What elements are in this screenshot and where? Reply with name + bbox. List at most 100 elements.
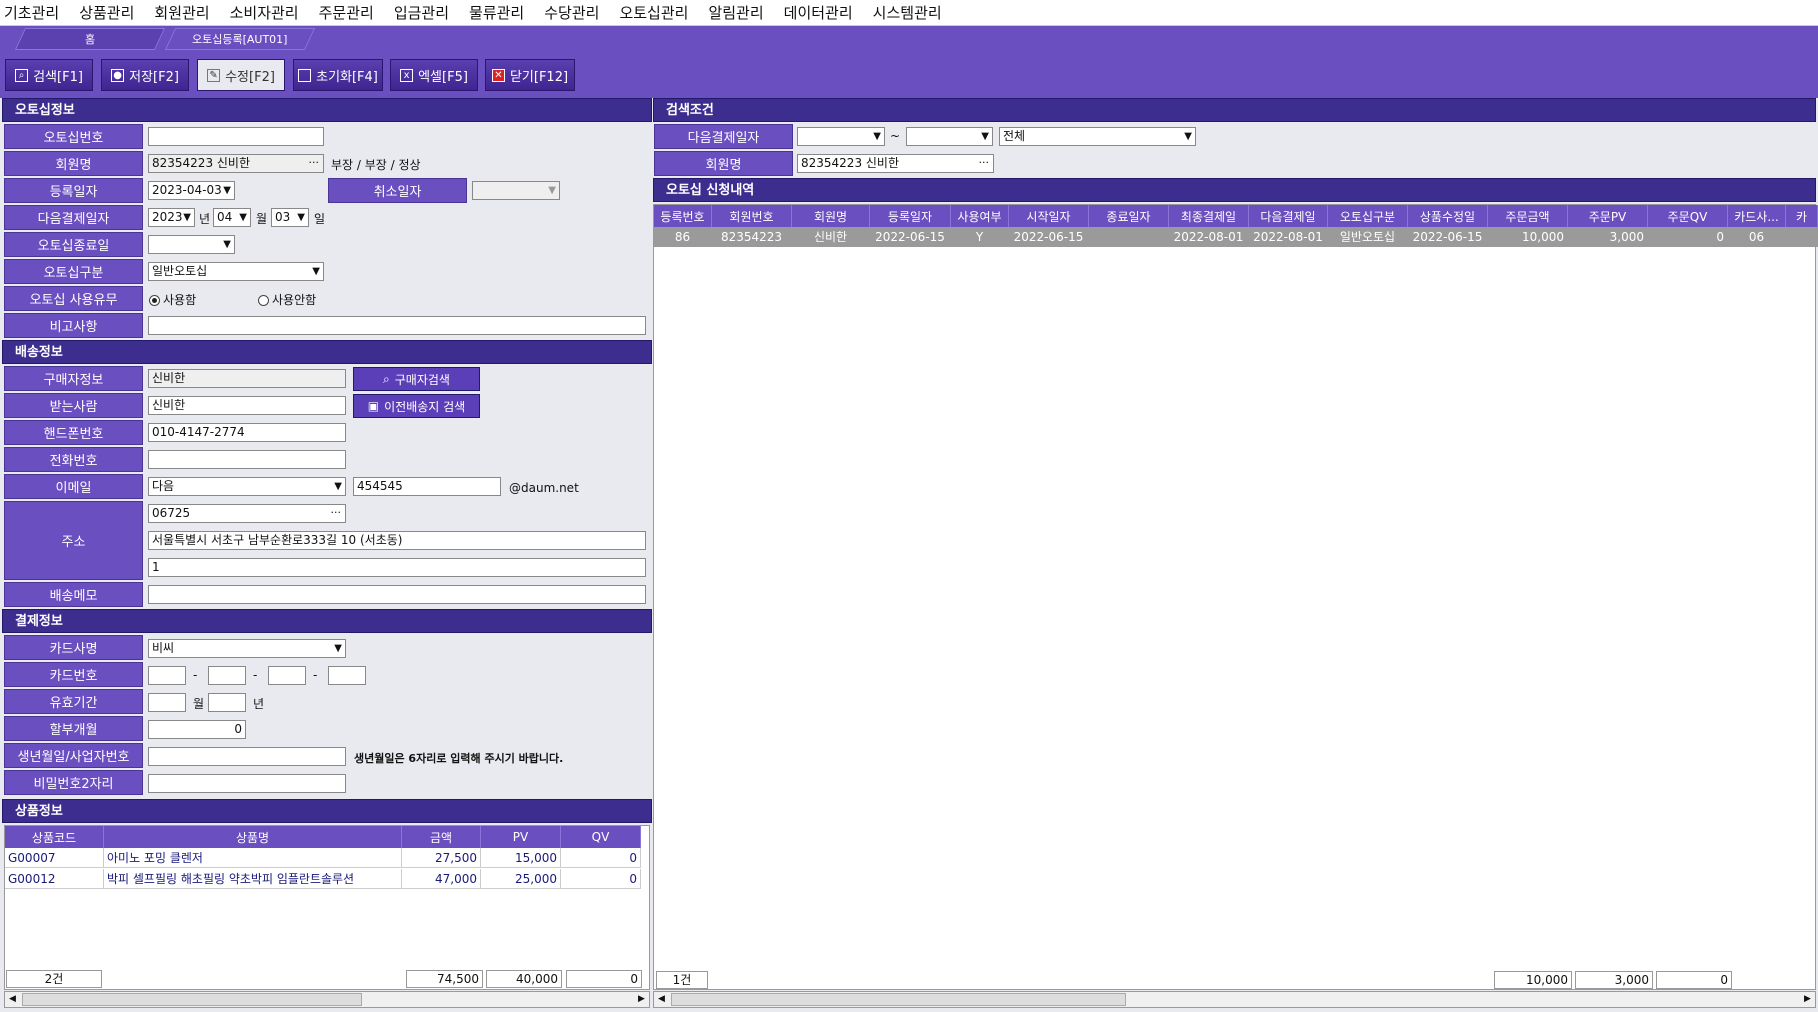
- menu-item[interactable]: 입금관리: [394, 2, 449, 23]
- mobile-input[interactable]: 010-4147-2774: [148, 423, 346, 442]
- product-hscroll[interactable]: ◀ ▶: [4, 991, 650, 1008]
- address1-input[interactable]: 서울특별시 서초구 남부순환로333길 10 (서초동): [148, 531, 646, 550]
- use-yes-radio[interactable]: 사용함: [149, 291, 196, 308]
- tab-autoship-register[interactable]: 오토십등록[AUT01]: [164, 28, 316, 50]
- column-header[interactable]: 상품수정일: [1408, 205, 1488, 227]
- prev-address-search-button[interactable]: ▣ 이전배송지 검색: [353, 394, 480, 418]
- menu-item[interactable]: 상품관리: [79, 2, 134, 23]
- table-cell[interactable]: 일반오토십: [1328, 227, 1408, 247]
- autoship-type-select[interactable]: 일반오토십: [148, 262, 324, 281]
- table-cell[interactable]: 25,000: [481, 869, 561, 889]
- address2-input[interactable]: 1: [148, 558, 646, 577]
- autoship-no-input[interactable]: [148, 127, 324, 146]
- use-no-radio[interactable]: 사용안함: [258, 291, 316, 308]
- installment-input[interactable]: 0: [148, 720, 246, 739]
- member-name-input[interactable]: 82354223 신비한: [148, 154, 324, 173]
- save-button[interactable]: ● 저장[F2]: [101, 59, 189, 91]
- tab-home[interactable]: 홈: [14, 28, 166, 50]
- email-id-input[interactable]: 454545: [353, 477, 501, 496]
- receiver-input[interactable]: 신비한: [148, 396, 346, 415]
- table-cell[interactable]: 06: [1728, 227, 1786, 247]
- menu-item[interactable]: 소비자관리: [230, 2, 299, 23]
- column-header[interactable]: 카드사...: [1728, 205, 1786, 227]
- next-pay-month-select[interactable]: 04: [213, 208, 251, 227]
- table-cell[interactable]: 신비한: [792, 227, 870, 247]
- email-domain-select[interactable]: 다음: [148, 477, 346, 496]
- table-cell[interactable]: Y: [951, 227, 1009, 247]
- list-hscroll[interactable]: ◀ ▶: [653, 991, 1816, 1008]
- next-pay-day-select[interactable]: 03: [271, 208, 309, 227]
- card-no-2-input[interactable]: [208, 666, 246, 685]
- excel-button[interactable]: x 엑셀[F5]: [390, 59, 478, 91]
- card-no-1-input[interactable]: [148, 666, 186, 685]
- column-header[interactable]: 상품명: [104, 826, 402, 848]
- edit-button[interactable]: ✎ 수정[F2]: [197, 59, 285, 91]
- column-header[interactable]: 최종결제일: [1169, 205, 1249, 227]
- column-header[interactable]: 주문QV: [1648, 205, 1728, 227]
- search-button[interactable]: ⌕ 검색[F1]: [5, 59, 93, 91]
- column-header[interactable]: 종료일자: [1089, 205, 1169, 227]
- menu-item[interactable]: 시스템관리: [873, 2, 942, 23]
- table-cell[interactable]: 15,000: [481, 848, 561, 868]
- card-pw-input[interactable]: [148, 774, 346, 793]
- reg-date-picker[interactable]: 2023-04-03: [148, 181, 235, 200]
- menu-item[interactable]: 알림관리: [708, 2, 763, 23]
- column-header[interactable]: 등록번호: [654, 205, 712, 227]
- next-pay-year-select[interactable]: 2023: [148, 208, 195, 227]
- column-header[interactable]: 다음결제일: [1249, 205, 1328, 227]
- table-cell[interactable]: 2022-08-01: [1169, 227, 1249, 247]
- column-header[interactable]: 주문PV: [1568, 205, 1648, 227]
- column-header[interactable]: 사용여부: [951, 205, 1009, 227]
- cancel-date-picker[interactable]: [472, 181, 560, 200]
- card-no-3-input[interactable]: [268, 666, 306, 685]
- expiry-month-input[interactable]: [148, 693, 186, 712]
- scroll-right-icon[interactable]: ▶: [634, 992, 649, 1007]
- table-cell[interactable]: 27,500: [402, 848, 481, 868]
- column-header[interactable]: PV: [481, 826, 561, 848]
- column-header[interactable]: 회원번호: [712, 205, 792, 227]
- expiry-year-input[interactable]: [208, 693, 246, 712]
- table-cell[interactable]: G00007: [5, 848, 104, 868]
- shipping-memo-input[interactable]: [148, 585, 646, 604]
- table-cell[interactable]: 3,000: [1568, 227, 1648, 247]
- menu-item[interactable]: 주문관리: [319, 2, 374, 23]
- autoship-list-grid[interactable]: 등록번호 회원번호 회원명 등록일자 사용여부 시작일자 종료일자 최종결제일 다음결제일 오토십…: [653, 204, 1818, 990]
- search-status-select[interactable]: 전체: [999, 127, 1196, 146]
- scroll-left-icon[interactable]: ◀: [5, 992, 20, 1007]
- table-cell[interactable]: 2022-06-15: [870, 227, 951, 247]
- table-cell[interactable]: 86: [654, 227, 712, 247]
- column-header[interactable]: QV: [561, 826, 641, 848]
- search-date-from[interactable]: [797, 127, 885, 146]
- card-no-4-input[interactable]: [328, 666, 366, 685]
- close-button[interactable]: ✕ 닫기[F12]: [485, 59, 575, 91]
- search-date-to[interactable]: [906, 127, 993, 146]
- phone-input[interactable]: [148, 450, 346, 469]
- birth-input[interactable]: [148, 747, 346, 766]
- table-cell[interactable]: 47,000: [402, 869, 481, 889]
- table-cell[interactable]: 아미노 포밍 클렌저: [104, 848, 402, 868]
- column-header[interactable]: 등록일자: [870, 205, 951, 227]
- reset-button[interactable]: 초기화[F4]: [293, 59, 383, 91]
- table-cell[interactable]: 0: [1648, 227, 1728, 247]
- table-cell[interactable]: 0: [561, 869, 641, 889]
- column-header[interactable]: 시작일자: [1009, 205, 1089, 227]
- table-cell[interactable]: 2022-06-15: [1009, 227, 1089, 247]
- menu-item[interactable]: 회원관리: [154, 2, 209, 23]
- menu-item[interactable]: 물류관리: [469, 2, 524, 23]
- table-cell[interactable]: 2022-08-01: [1249, 227, 1328, 247]
- column-header[interactable]: 카: [1786, 205, 1818, 227]
- table-cell[interactable]: 82354223: [712, 227, 792, 247]
- table-cell[interactable]: [1089, 227, 1169, 247]
- product-grid[interactable]: 상품코드 상품명 금액 PV QV G00007 아미노 포밍 클렌저 27,500 15,0…: [4, 825, 650, 990]
- buyer-input[interactable]: 신비한: [148, 369, 346, 388]
- table-cell[interactable]: 0: [561, 848, 641, 868]
- table-cell[interactable]: 10,000: [1488, 227, 1568, 247]
- column-header[interactable]: 회원명: [792, 205, 870, 227]
- menu-item[interactable]: 오토십관리: [619, 2, 688, 23]
- column-header[interactable]: 주문금액: [1488, 205, 1568, 227]
- scroll-left-icon[interactable]: ◀: [654, 992, 669, 1007]
- menu-item[interactable]: 데이터관리: [784, 2, 853, 23]
- card-company-select[interactable]: 비씨: [148, 639, 346, 658]
- memo-input[interactable]: [148, 316, 646, 335]
- end-date-picker[interactable]: [148, 235, 235, 254]
